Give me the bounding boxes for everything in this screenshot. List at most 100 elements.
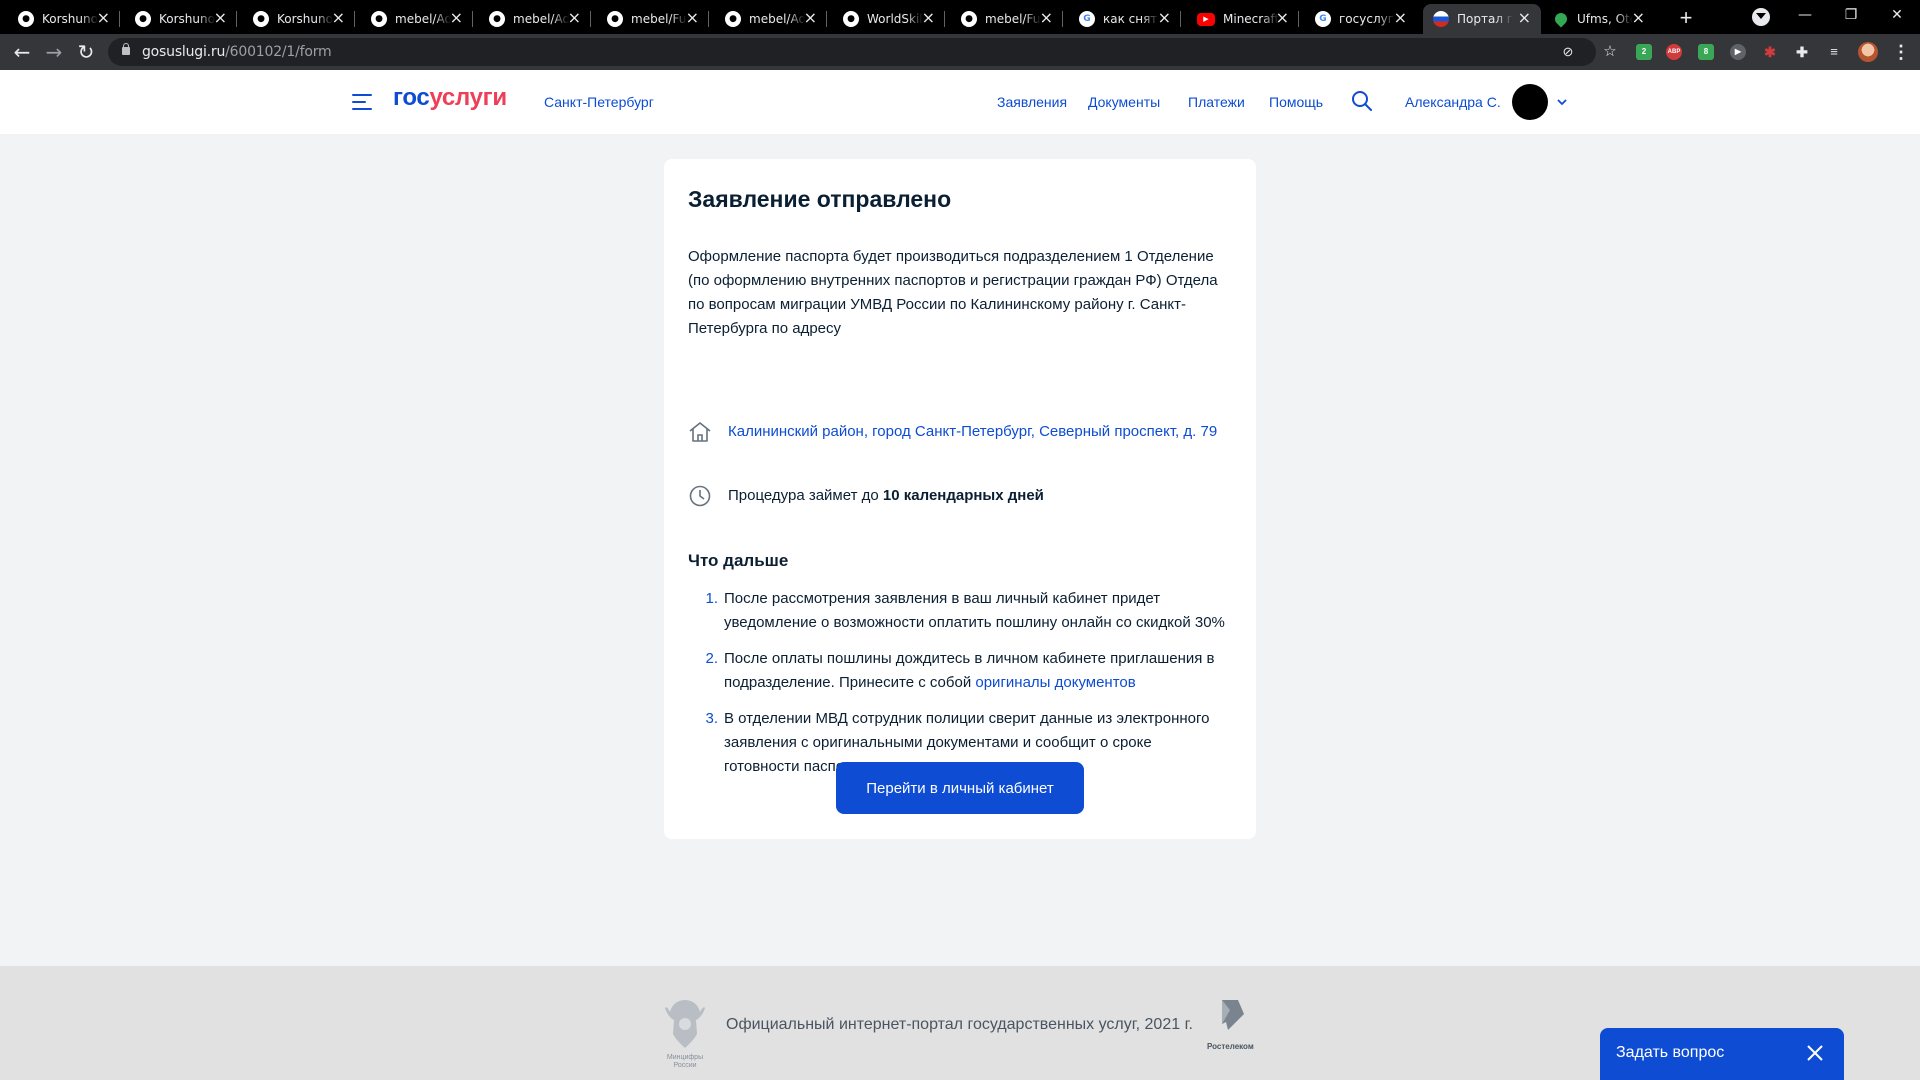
tab-title: mebel/Ad bbox=[395, 12, 451, 26]
close-icon[interactable]: × bbox=[686, 10, 699, 26]
github-icon: ● bbox=[607, 11, 623, 27]
step-text: После оплаты пошлины дождитесь в личном … bbox=[724, 650, 1215, 691]
forward-arrow-icon[interactable]: → bbox=[42, 40, 66, 64]
close-icon[interactable] bbox=[1806, 1044, 1824, 1062]
browser-tab[interactable]: G госуслуги × bbox=[1305, 4, 1417, 34]
user-avatar[interactable] bbox=[1512, 84, 1548, 120]
close-icon[interactable]: × bbox=[332, 10, 345, 26]
gosuslugi-logo[interactable]: госуслуги bbox=[393, 84, 507, 112]
youtube-icon: ▶ bbox=[1197, 12, 1215, 26]
nav-help[interactable]: Помощь bbox=[1269, 94, 1323, 110]
browser-tab[interactable]: ● Korshunov × bbox=[243, 4, 355, 34]
close-icon[interactable]: × bbox=[568, 10, 581, 26]
nav-documents[interactable]: Документы bbox=[1088, 94, 1160, 110]
close-icon[interactable]: × bbox=[97, 10, 110, 26]
profile-avatar[interactable] bbox=[1858, 42, 1878, 62]
browser-tab[interactable]: ● mebel/Fu × bbox=[597, 4, 709, 34]
extension-check-icon[interactable]: 8 bbox=[1698, 44, 1714, 60]
intro-text: Оформление паспорта будет производиться … bbox=[688, 248, 1218, 337]
address-bar[interactable]: gosuslugi.ru/600102/1/form ⊘ ☆ bbox=[108, 38, 1617, 66]
footer-text: Официальный интернет-портал государствен… bbox=[726, 1016, 1193, 1033]
github-icon: ● bbox=[843, 11, 859, 27]
rostelecom-logo-icon[interactable] bbox=[1216, 996, 1246, 1036]
browser-tab[interactable]: ● Korshunov × bbox=[8, 4, 120, 34]
close-icon[interactable]: × bbox=[1394, 10, 1407, 26]
list-item: 1. После рассмотрения заявления в ваш ли… bbox=[688, 587, 1228, 635]
tab-title: Korshunov bbox=[277, 12, 333, 26]
close-icon[interactable]: × bbox=[804, 10, 817, 26]
close-icon[interactable]: × bbox=[450, 10, 463, 26]
browser-tab[interactable]: ● WorldSkill × bbox=[833, 4, 945, 34]
menu-icon[interactable] bbox=[352, 94, 372, 110]
clock-icon bbox=[689, 485, 711, 507]
star-icon[interactable]: ☆ bbox=[1602, 44, 1618, 60]
play-extension-icon[interactable]: ▶ bbox=[1730, 44, 1746, 60]
tab-title: госуслуги bbox=[1339, 12, 1395, 26]
tab-title: Korshunov bbox=[159, 12, 215, 26]
github-icon: ● bbox=[371, 11, 387, 27]
browser-tab-strip: ● Korshunov × ● Korshunov × ● Korshunov … bbox=[0, 0, 1920, 34]
originals-link[interactable]: оригиналы документов bbox=[975, 674, 1135, 691]
more-menu-icon[interactable]: ⋮ bbox=[1892, 41, 1910, 63]
nav-payments[interactable]: Платежи bbox=[1188, 94, 1245, 110]
close-icon[interactable]: × bbox=[1632, 10, 1645, 26]
partner-name: Ростелеком bbox=[1207, 1042, 1254, 1051]
new-tab-button[interactable]: + bbox=[1672, 4, 1700, 32]
close-icon[interactable]: × bbox=[214, 10, 227, 26]
google-icon: G bbox=[1315, 11, 1331, 27]
address-row: Калининский район, город Санкт-Петербург… bbox=[688, 420, 1228, 444]
nav-applications[interactable]: Заявления bbox=[997, 94, 1067, 110]
browser-tab-active[interactable]: Портал го × bbox=[1423, 4, 1541, 34]
back-arrow-icon[interactable]: ← bbox=[10, 40, 34, 64]
next-steps-title: Что дальше bbox=[688, 551, 789, 570]
lock-icon bbox=[122, 43, 130, 55]
github-icon: ● bbox=[18, 11, 34, 27]
browser-tab[interactable]: ● mebel/Ad × bbox=[715, 4, 827, 34]
close-window-button[interactable]: ✕ bbox=[1874, 0, 1920, 30]
github-icon: ● bbox=[253, 11, 269, 27]
extension-badge: 8 bbox=[1703, 47, 1709, 56]
card-title: Заявление отправлено bbox=[688, 186, 952, 212]
github-icon: ● bbox=[489, 11, 505, 27]
ask-question-label: Задать вопрос bbox=[1616, 1044, 1725, 1061]
extension-shield-icon[interactable]: 2 bbox=[1636, 44, 1652, 60]
puzzle-extensions-icon[interactable]: ✚ bbox=[1794, 44, 1810, 60]
github-icon: ● bbox=[725, 11, 741, 27]
gosuslugi-favicon-icon bbox=[1433, 11, 1449, 27]
tab-title: Minecraft bbox=[1223, 12, 1279, 26]
tab-search-icon[interactable] bbox=[1752, 8, 1770, 26]
browser-tab[interactable]: ● mebel/Ad × bbox=[361, 4, 473, 34]
tab-title: WorldSkill bbox=[867, 12, 923, 26]
close-icon[interactable]: × bbox=[922, 10, 935, 26]
bug-extension-icon[interactable]: ✱ bbox=[1762, 44, 1778, 60]
restore-button[interactable]: ❐ bbox=[1828, 0, 1874, 30]
emblem-icon bbox=[665, 1000, 705, 1048]
eye-off-icon[interactable]: ⊘ bbox=[1560, 44, 1576, 60]
step-number: 3. bbox=[705, 710, 718, 727]
browser-tab[interactable]: ● Korshunov × bbox=[125, 4, 237, 34]
minimize-button[interactable]: — bbox=[1782, 0, 1828, 30]
address-link[interactable]: Калининский район, город Санкт-Петербург… bbox=[728, 420, 1228, 444]
browser-tab[interactable]: ● mebel/Ad × bbox=[479, 4, 591, 34]
github-icon: ● bbox=[961, 11, 977, 27]
browser-tab[interactable]: ▶ Minecraft × bbox=[1187, 4, 1299, 34]
close-icon[interactable]: × bbox=[1518, 10, 1531, 26]
close-icon[interactable]: × bbox=[1158, 10, 1171, 26]
reload-icon[interactable]: ↻ bbox=[74, 40, 98, 64]
user-name[interactable]: Александра С. bbox=[1405, 94, 1501, 110]
adblock-icon[interactable]: ABP bbox=[1666, 44, 1682, 60]
go-to-cabinet-button[interactable]: Перейти в личный кабинет bbox=[836, 762, 1084, 814]
browser-tab[interactable]: G как снять × bbox=[1069, 4, 1181, 34]
close-icon[interactable]: × bbox=[1040, 10, 1053, 26]
ask-question-widget[interactable]: Задать вопрос bbox=[1600, 1028, 1844, 1080]
step-text: После рассмотрения заявления в ваш личны… bbox=[724, 590, 1225, 631]
browser-tab[interactable]: ● mebel/Fu × bbox=[951, 4, 1063, 34]
region-selector[interactable]: Санкт-Петербург bbox=[544, 94, 654, 110]
close-icon[interactable]: × bbox=[1276, 10, 1289, 26]
browser-tab[interactable]: Ufms, Otd × bbox=[1543, 4, 1655, 34]
search-icon[interactable] bbox=[1351, 90, 1373, 112]
reading-list-icon[interactable]: ≡ bbox=[1826, 44, 1842, 60]
chevron-down-icon[interactable] bbox=[1556, 96, 1568, 108]
tab-title: mebel/Ad bbox=[749, 12, 805, 26]
tab-title: mebel/Ad bbox=[513, 12, 569, 26]
